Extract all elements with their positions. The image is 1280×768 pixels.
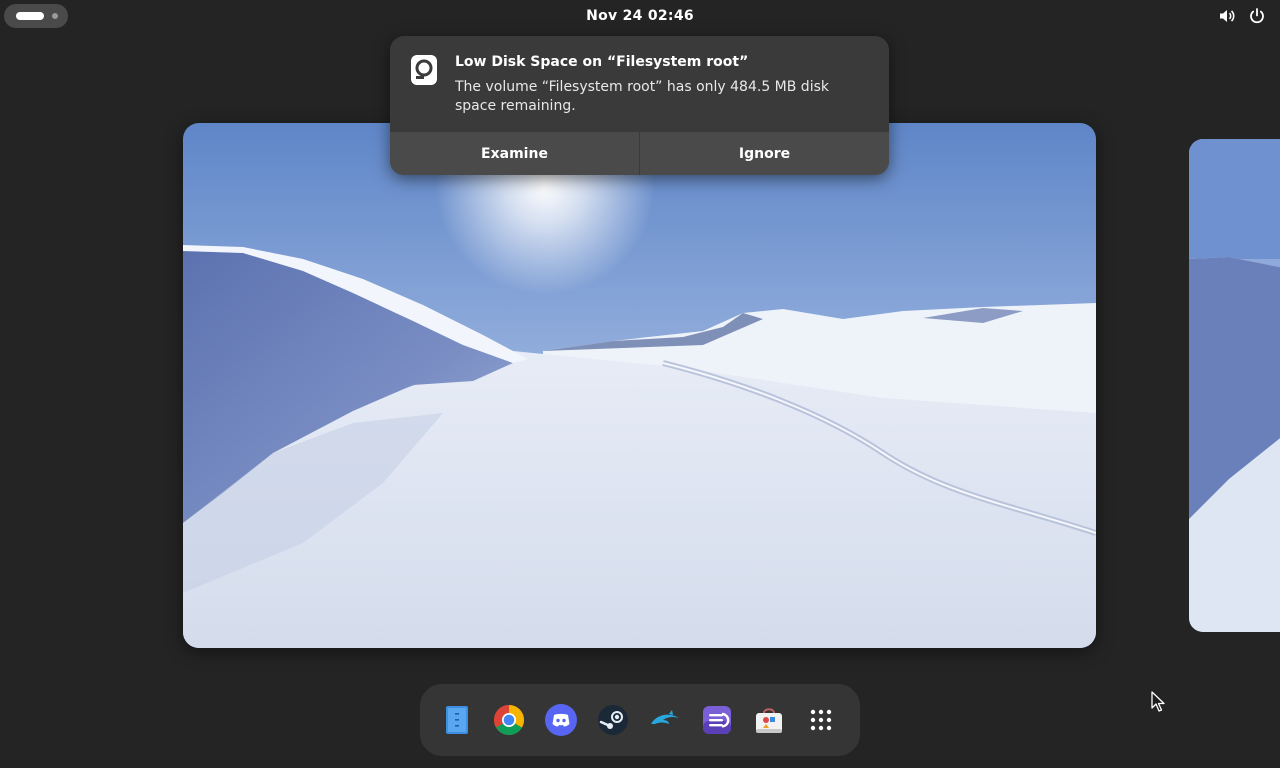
- chrome-icon[interactable]: [493, 704, 525, 736]
- app-grid-icon[interactable]: [805, 704, 837, 736]
- examine-button[interactable]: Examine: [390, 132, 639, 175]
- low-disk-space-notification[interactable]: Low Disk Space on “Filesystem root” The …: [390, 36, 889, 175]
- activities-button[interactable]: [4, 4, 68, 28]
- disk-icon: [410, 54, 438, 86]
- workspace-indicator: [52, 13, 58, 19]
- files-icon[interactable]: [441, 704, 473, 736]
- clock[interactable]: Nov 24 02:46: [586, 8, 694, 24]
- volume-icon[interactable]: [1218, 7, 1236, 25]
- steam-icon[interactable]: [597, 704, 629, 736]
- active-workspace-indicator: [16, 12, 44, 20]
- notification-title: Low Disk Space on “Filesystem root”: [455, 54, 749, 70]
- notification-body: The volume “Filesystem root” has only 48…: [455, 79, 829, 114]
- dock: [420, 684, 860, 756]
- software-store-icon[interactable]: [753, 704, 785, 736]
- system-menu[interactable]: [1218, 7, 1266, 25]
- next-workspace-thumbnail[interactable]: [1189, 139, 1280, 632]
- power-icon[interactable]: [1248, 7, 1266, 25]
- workspace-thumbnail[interactable]: [183, 123, 1096, 648]
- mouse-cursor-icon: [1151, 691, 1167, 713]
- gnome-tweaks-icon[interactable]: [701, 704, 733, 736]
- snow-wallpaper: [183, 123, 1096, 648]
- snow-wallpaper-preview: [1189, 139, 1280, 632]
- ignore-button[interactable]: Ignore: [639, 132, 889, 175]
- notification-actions: Examine Ignore: [390, 132, 889, 175]
- top-bar: Nov 24 02:46: [0, 0, 1280, 32]
- discord-icon[interactable]: [545, 704, 577, 736]
- dolphin-icon[interactable]: [649, 704, 681, 736]
